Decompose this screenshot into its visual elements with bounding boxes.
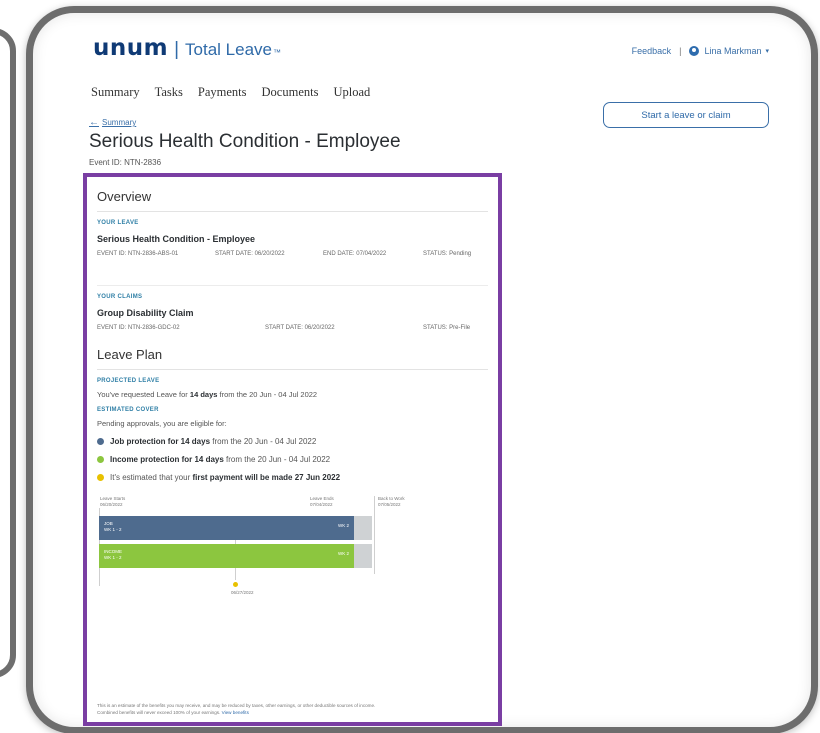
main-nav: Summary Tasks Payments Documents Upload [91, 85, 370, 100]
back-to-work-label: Back to Work 07/05/2022 [378, 496, 405, 508]
start-leave-button[interactable]: Start a leave or claim [603, 102, 769, 128]
user-toolbar: Feedback | Lina Markman ▾ [632, 46, 769, 56]
job-protection-range: from the 20 Jun - 04 Jul 2022 [212, 437, 317, 446]
overview-heading: Overview [97, 189, 488, 212]
projected-leave-label: PROJECTED LEAVE [97, 378, 160, 384]
projected-days: 14 days [189, 390, 218, 399]
income-bar-text: INCOME WK 1 - 2 [104, 549, 122, 561]
unum-total-leave-logo[interactable]: unum | Total Leave ™ [93, 35, 281, 61]
claim-event-id: EVENT ID: NTN-2836-GDC-02 [97, 325, 180, 331]
first-payment-bold: first payment will be made 27 Jun 2022 [192, 473, 341, 482]
leave-starts-date: 06/20/2022 [100, 502, 123, 507]
chevron-down-icon[interactable]: ▾ [765, 47, 769, 55]
projected-leave-text: You've requested Leave for 14 days from … [97, 390, 488, 399]
first-payment-pre: It's estimated that your [110, 473, 191, 482]
projected-range: from the 20 Jun - 04 Jul 2022 [219, 390, 318, 399]
first-payment-item: It's estimated that your first payment w… [97, 473, 488, 482]
user-icon [689, 46, 700, 56]
income-protection-range: from the 20 Jun - 04 Jul 2022 [226, 455, 331, 464]
event-id: Event ID: NTN-2836 [89, 158, 162, 167]
view-benefits-link[interactable]: View benefits [222, 710, 249, 715]
leave-event-id: EVENT ID: NTN-2836-ABS-01 [97, 251, 179, 257]
page-title: Serious Health Condition - Employee [89, 131, 401, 152]
income-bar-week: WK 2 [337, 551, 349, 556]
job-protection-item: Job protection for 14 days from the 20 J… [97, 437, 488, 446]
logo-separator: | [174, 39, 180, 60]
overview-panel: Overview YOUR LEAVE Serious Health Condi… [83, 173, 502, 726]
your-leave-label: YOUR LEAVE [97, 220, 139, 226]
nav-summary[interactable]: Summary [91, 85, 140, 100]
income-bar-gap [354, 544, 372, 568]
nav-documents[interactable]: Documents [262, 85, 319, 100]
job-bar-sub: WK 1 - 2 [104, 527, 122, 532]
job-dot-icon [97, 438, 104, 445]
disclaimer: This is an estimate of the benefits you … [97, 702, 397, 716]
projected-pre: You've requested Leave for [97, 390, 188, 399]
claim-status: STATUS: Pre-File [423, 325, 471, 331]
job-bar-text: JOB WK 1 - 2 [104, 521, 122, 533]
nav-payments[interactable]: Payments [198, 85, 247, 100]
logo-word: unum [93, 35, 169, 61]
leave-timeline-chart: Leave Starts 06/20/2022 Leave Ends 07/04… [97, 496, 488, 608]
claim-start-date: START DATE: 06/20/2022 [265, 325, 335, 331]
income-dot-icon [97, 456, 104, 463]
leave-starts-label: Leave Starts 06/20/2022 [100, 496, 125, 508]
leave-plan-heading: Leave Plan [97, 347, 488, 370]
payment-marker[interactable] [233, 582, 238, 587]
estimated-cover-label: ESTIMATED COVER [97, 407, 159, 413]
app-window: unum | Total Leave ™ Feedback | Lina Mar… [26, 6, 818, 733]
timeline-return-line [374, 496, 375, 574]
job-protection-bar[interactable]: JOB WK 1 - 2 WK 2 [99, 516, 354, 540]
left-device-frame [0, 28, 16, 678]
back-to-summary-link[interactable]: ← Summary [89, 117, 136, 128]
nav-upload[interactable]: Upload [333, 85, 370, 100]
leave-ends-label: Leave Ends 07/04/2022 [310, 496, 334, 508]
estimated-cover-text: Pending approvals, you are eligible for: [97, 419, 227, 428]
leave-start-date: START DATE: 06/20/2022 [215, 251, 285, 257]
toolbar-divider: | [679, 46, 682, 56]
leave-meta: EVENT ID: NTN-2836-ABS-01 START DATE: 06… [97, 251, 488, 257]
leave-status: STATUS: Pending [423, 251, 472, 257]
leave-title[interactable]: Serious Health Condition - Employee [97, 234, 488, 244]
payment-dot-icon [97, 474, 104, 481]
back-link-label: Summary [102, 118, 137, 127]
job-bar-gap [354, 516, 372, 540]
job-bar-week: WK 2 [337, 523, 349, 528]
claim-meta: EVENT ID: NTN-2836-GDC-02 START DATE: 06… [97, 325, 488, 331]
your-claims-label: YOUR CLAIMS [97, 285, 488, 300]
user-menu[interactable]: Lina Markman [704, 46, 761, 56]
arrow-left-icon: ← [89, 117, 99, 128]
trademark-mark: ™ [272, 48, 281, 57]
leave-end-date: END DATE: 07/04/2022 [323, 251, 387, 257]
claim-title[interactable]: Group Disability Claim [97, 308, 488, 318]
income-protection-bold: Income protection for 14 days [110, 455, 224, 464]
payment-marker-date: 06/27/2022 [231, 590, 254, 595]
nav-tasks[interactable]: Tasks [155, 85, 183, 100]
feedback-link[interactable]: Feedback [632, 46, 672, 56]
income-protection-bar[interactable]: INCOME WK 1 - 2 WK 2 [99, 544, 354, 568]
income-protection-item: Income protection for 14 days from the 2… [97, 455, 488, 464]
job-protection-bold: Job protection for 14 days [110, 437, 211, 446]
product-name: Total Leave [185, 40, 272, 59]
leave-ends-date: 07/04/2022 [310, 502, 333, 507]
back-to-work-date: 07/05/2022 [378, 502, 401, 507]
income-bar-sub: WK 1 - 2 [104, 555, 122, 560]
